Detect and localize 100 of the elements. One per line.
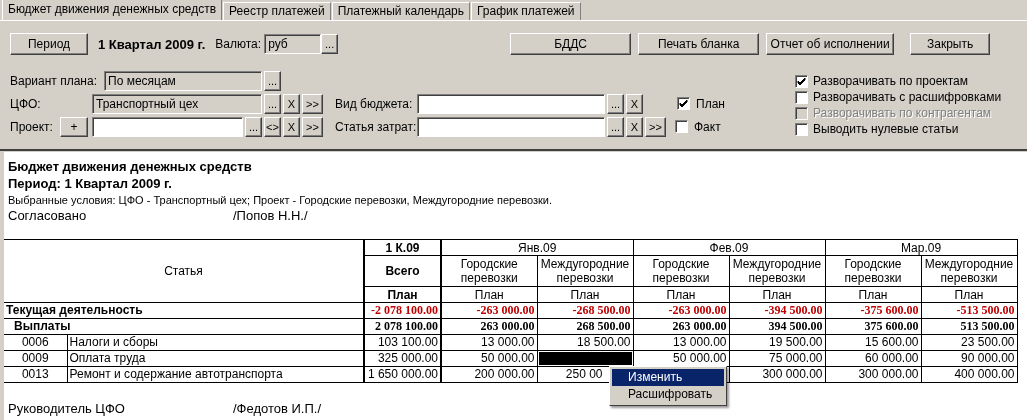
toggle-button[interactable]: <>	[264, 116, 281, 137]
table-cell[interactable]: 1 650 000.00	[364, 366, 441, 383]
checkbox[interactable]	[795, 74, 808, 88]
table-cell[interactable]: -263 000.00	[633, 302, 729, 319]
column-header: План	[441, 286, 537, 303]
checkbox[interactable]	[795, 122, 808, 136]
clear-button[interactable]: X	[283, 116, 300, 137]
budget-type-field[interactable]	[417, 93, 605, 114]
column-header: Междугородние перевозки	[729, 255, 825, 287]
picker-button[interactable]: ...	[607, 93, 624, 114]
clear-button[interactable]: X	[283, 93, 300, 114]
table-cell[interactable]: 394 500.00	[729, 318, 825, 335]
column-header: Мар.09	[825, 239, 1017, 256]
toolbar-button[interactable]: Печать бланка	[638, 33, 760, 55]
toolbar-button[interactable]: Закрыть	[910, 33, 991, 55]
table-cell[interactable]: 325 000.00	[364, 350, 441, 367]
table-cell[interactable]: 75 000.00	[729, 350, 825, 367]
field-label: Вид бюджета:	[335, 96, 414, 111]
checkbox-label: План	[696, 96, 725, 111]
report-period: Период: 1 Квартал 2009 г.	[8, 176, 173, 193]
table-cell[interactable]: 18 500.00	[537, 334, 633, 351]
table-cell[interactable]: 15 600.00	[825, 334, 921, 351]
clear-button[interactable]: X	[626, 93, 643, 114]
picker-button[interactable]: ...	[264, 70, 281, 91]
currency-label: Валюта:	[215, 37, 262, 51]
field-label: Вариант плана:	[10, 73, 98, 88]
column-header: Городские перевозки	[633, 255, 729, 287]
column-header: Статья	[4, 239, 364, 303]
item-name: Налоги и сборы	[67, 334, 364, 351]
project-field[interactable]	[92, 116, 243, 137]
table-cell[interactable]: 13 000.00	[633, 334, 729, 351]
menu-item[interactable]: Расшифровать	[612, 386, 724, 403]
period-value: 1 Квартал 2009 г.	[98, 36, 206, 52]
table-cell[interactable]: -2 078 100.00	[364, 302, 441, 319]
expense-item-field[interactable]	[417, 116, 605, 137]
column-header: План	[729, 286, 825, 303]
toolbar-button[interactable]: Отчет об исполнении	[766, 33, 895, 55]
table-cell[interactable]: -263 000.00	[441, 302, 537, 319]
table-cell[interactable]: 263 000.00	[633, 318, 729, 335]
expand-button[interactable]: >>	[645, 116, 666, 137]
table-cell[interactable]: 90 000.00	[921, 350, 1017, 367]
add-button[interactable]: +	[60, 116, 88, 137]
tab[interactable]: Реестр платежей	[223, 2, 331, 20]
column-header: Фев.09	[633, 239, 825, 256]
field-label: ЦФО:	[10, 96, 42, 111]
table-cell[interactable]: 50 000.00	[441, 350, 537, 367]
item-code: 0009	[4, 350, 67, 367]
tab[interactable]: Бюджет движения денежных средств	[2, 0, 223, 20]
table-cell[interactable]: 400 000.00	[921, 366, 1017, 383]
table-cell[interactable]: -375 600.00	[825, 302, 921, 319]
column-header: Междугородние перевозки	[537, 255, 633, 287]
checkbox-label: Выводить нулевые статьи	[813, 122, 959, 136]
column-header: План	[633, 286, 729, 303]
picker-button[interactable]: ...	[245, 116, 262, 137]
table-cell[interactable]: 13 000.00	[441, 334, 537, 351]
item-code: 0013	[4, 366, 67, 383]
picker-button[interactable]: ...	[264, 93, 281, 114]
item-name: Выплаты	[4, 318, 364, 335]
picker-button[interactable]: ...	[607, 116, 624, 137]
toolbar-button[interactable]: БДДС	[510, 33, 632, 55]
clear-button[interactable]: X	[626, 116, 643, 137]
report-conditions: Выбранные условия: ЦФО - Транспортный цех; Проект - Городские перевозки, Междугородние перевозки.	[8, 194, 554, 208]
checkbox[interactable]	[675, 120, 688, 133]
signature-label: Руководитель ЦФО	[8, 401, 126, 416]
table-cell[interactable]: 60 000.00	[825, 350, 921, 367]
signature-label: Согласовано	[8, 208, 88, 225]
expand-button[interactable]: >>	[302, 116, 323, 137]
table-cell[interactable]: -394 500.00	[729, 302, 825, 319]
table-cell[interactable]: -513 500.00	[921, 302, 1017, 319]
plan-variant-field[interactable]: По месяцам	[104, 70, 262, 91]
checkbox[interactable]	[795, 90, 808, 104]
checkbox[interactable]	[677, 97, 690, 110]
column-header: 1 К.09	[364, 239, 441, 256]
item-name: Оплата труда	[67, 350, 364, 367]
column-header: Городские перевозки	[441, 255, 537, 287]
table-cell[interactable]: 200 000.00	[441, 366, 537, 383]
table-cell[interactable]: -268 500.00	[537, 302, 633, 319]
column-header: Междугородние перевозки	[921, 255, 1017, 287]
item-name: Текущая деятельность	[4, 302, 364, 319]
table-cell[interactable]: 263 000.00	[441, 318, 537, 335]
currency-field[interactable]: руб	[264, 34, 322, 54]
table-cell[interactable]: 19 500.00	[729, 334, 825, 351]
table-cell[interactable]: 300 000.00	[729, 366, 825, 383]
table-cell[interactable]: 23 500.00	[921, 334, 1017, 351]
cfo-field[interactable]: Транспортный цех	[92, 93, 262, 114]
table-cell[interactable]: 513 500.00	[921, 318, 1017, 335]
tab[interactable]: График платежей	[471, 2, 581, 20]
period-button[interactable]: Период	[10, 33, 88, 55]
table-cell[interactable]: 300 000.00	[825, 366, 921, 383]
column-header: План	[537, 286, 633, 303]
table-cell[interactable]: 103 100.00	[364, 334, 441, 351]
menu-item[interactable]: Изменить	[612, 369, 724, 386]
table-cell[interactable]: 268 500.00	[537, 318, 633, 335]
tab[interactable]: Платежный календарь	[331, 2, 470, 20]
picker-button[interactable]: ...	[321, 34, 339, 54]
checkbox-label: Факт	[694, 119, 721, 134]
table-cell[interactable]: 375 600.00	[825, 318, 921, 335]
column-header: Городские перевозки	[825, 255, 921, 287]
table-cell[interactable]: 2 078 100.00	[364, 318, 441, 335]
expand-button[interactable]: >>	[302, 93, 323, 114]
